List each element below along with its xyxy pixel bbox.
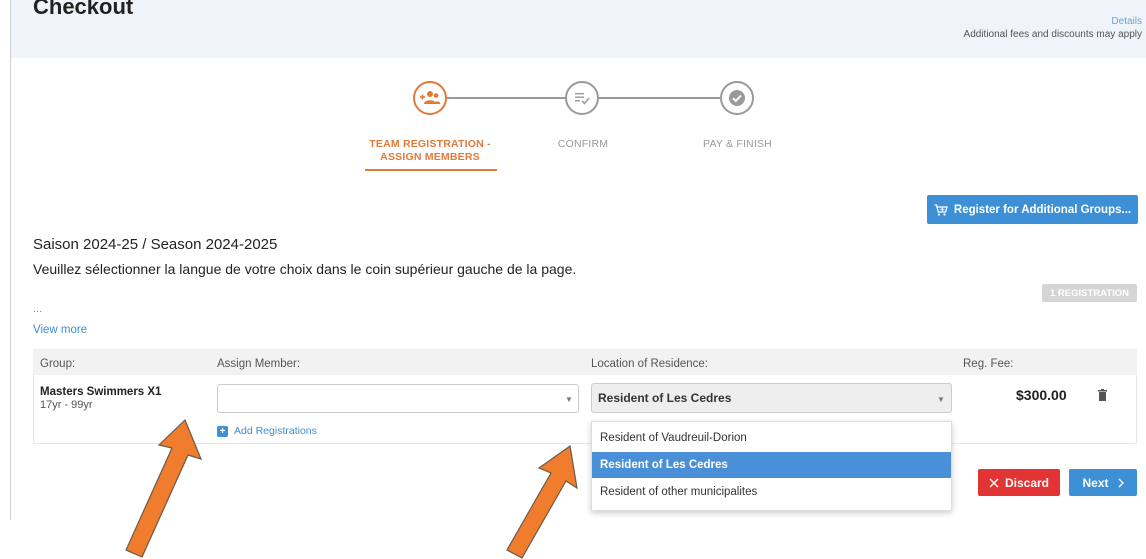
annotation-arrow-member [125,418,203,558]
add-registrations-label: Add Registrations [234,425,317,437]
description-ellipsis: ... [33,303,43,315]
discard-label: Discard [1004,475,1050,490]
next-label: Next [1082,475,1109,490]
step-confirm [565,81,599,115]
header-reg-fee: Reg. Fee: [963,358,1014,370]
location-option[interactable]: Resident of other municipalites [592,479,951,505]
page-title: Checkout [33,0,134,19]
register-additional-groups-button[interactable]: Register for Additional Groups... [927,195,1138,224]
chevron-down-icon: ▼ [565,395,573,404]
header-location: Location of Residence: [591,358,708,370]
step-pay-finish [720,81,754,115]
cart-add-icon [934,203,948,216]
add-registrations-link[interactable]: + Add Registrations [217,425,317,437]
stepper-connector-1 [447,97,565,99]
season-description: Veuillez sélectionner la langue de votre… [33,261,577,277]
location-option[interactable]: Resident of Vaudreuil-Dorion [592,425,951,451]
details-link[interactable]: Details [1111,16,1142,27]
step-team-registration [413,81,447,115]
step-label-team-registration: TEAM REGISTRATION - ASSIGN MEMBERS [369,138,491,163]
active-step-underline [365,169,497,171]
location-option-selected[interactable]: Resident of Les Cedres [592,452,951,478]
checkout-page: Checkout Details Additional fees and dis… [0,0,1146,559]
group-name: Masters Swimmers X1 [40,386,162,398]
group-add-icon [420,91,441,104]
check-circle-icon [729,90,745,106]
location-dropdown: Resident of Vaudreuil-Dorion Resident of… [591,421,952,511]
chevron-down-icon: ▼ [937,395,945,404]
close-icon [989,478,999,487]
fees-note: Additional fees and discounts may apply [963,29,1142,40]
header-group: Group: [40,358,76,370]
checklist-icon [575,93,590,105]
register-additional-label: Register for Additional Groups... [953,203,1132,216]
step-label-confirm: CONFIRM [557,138,609,150]
card-edge [10,0,11,520]
group-age-range: 17yr - 99yr [40,399,93,411]
chevron-right-icon [1118,478,1124,487]
delete-registration-button[interactable] [1098,388,1107,406]
checkout-header: Checkout Details Additional fees and dis… [11,0,1146,58]
assign-member-select[interactable] [217,384,579,413]
plus-icon: + [217,425,228,437]
view-more-link[interactable]: View more [33,324,87,336]
location-select-value: Resident of Les Cedres [598,391,732,405]
registration-fee: $300.00 [1016,387,1067,403]
discard-button[interactable]: Discard [978,469,1060,496]
stepper-connector-2 [599,97,720,99]
next-button[interactable]: Next [1069,469,1137,496]
header-assign-member: Assign Member: [217,358,301,370]
annotation-arrow-location [506,444,578,559]
season-title: Saison 2024-25 / Season 2024-2025 [33,236,278,253]
registration-count-badge: 1 REGISTRATION [1042,284,1137,302]
trash-icon [1098,389,1107,401]
step-label-pay-finish: PAY & FINISH [703,138,772,150]
